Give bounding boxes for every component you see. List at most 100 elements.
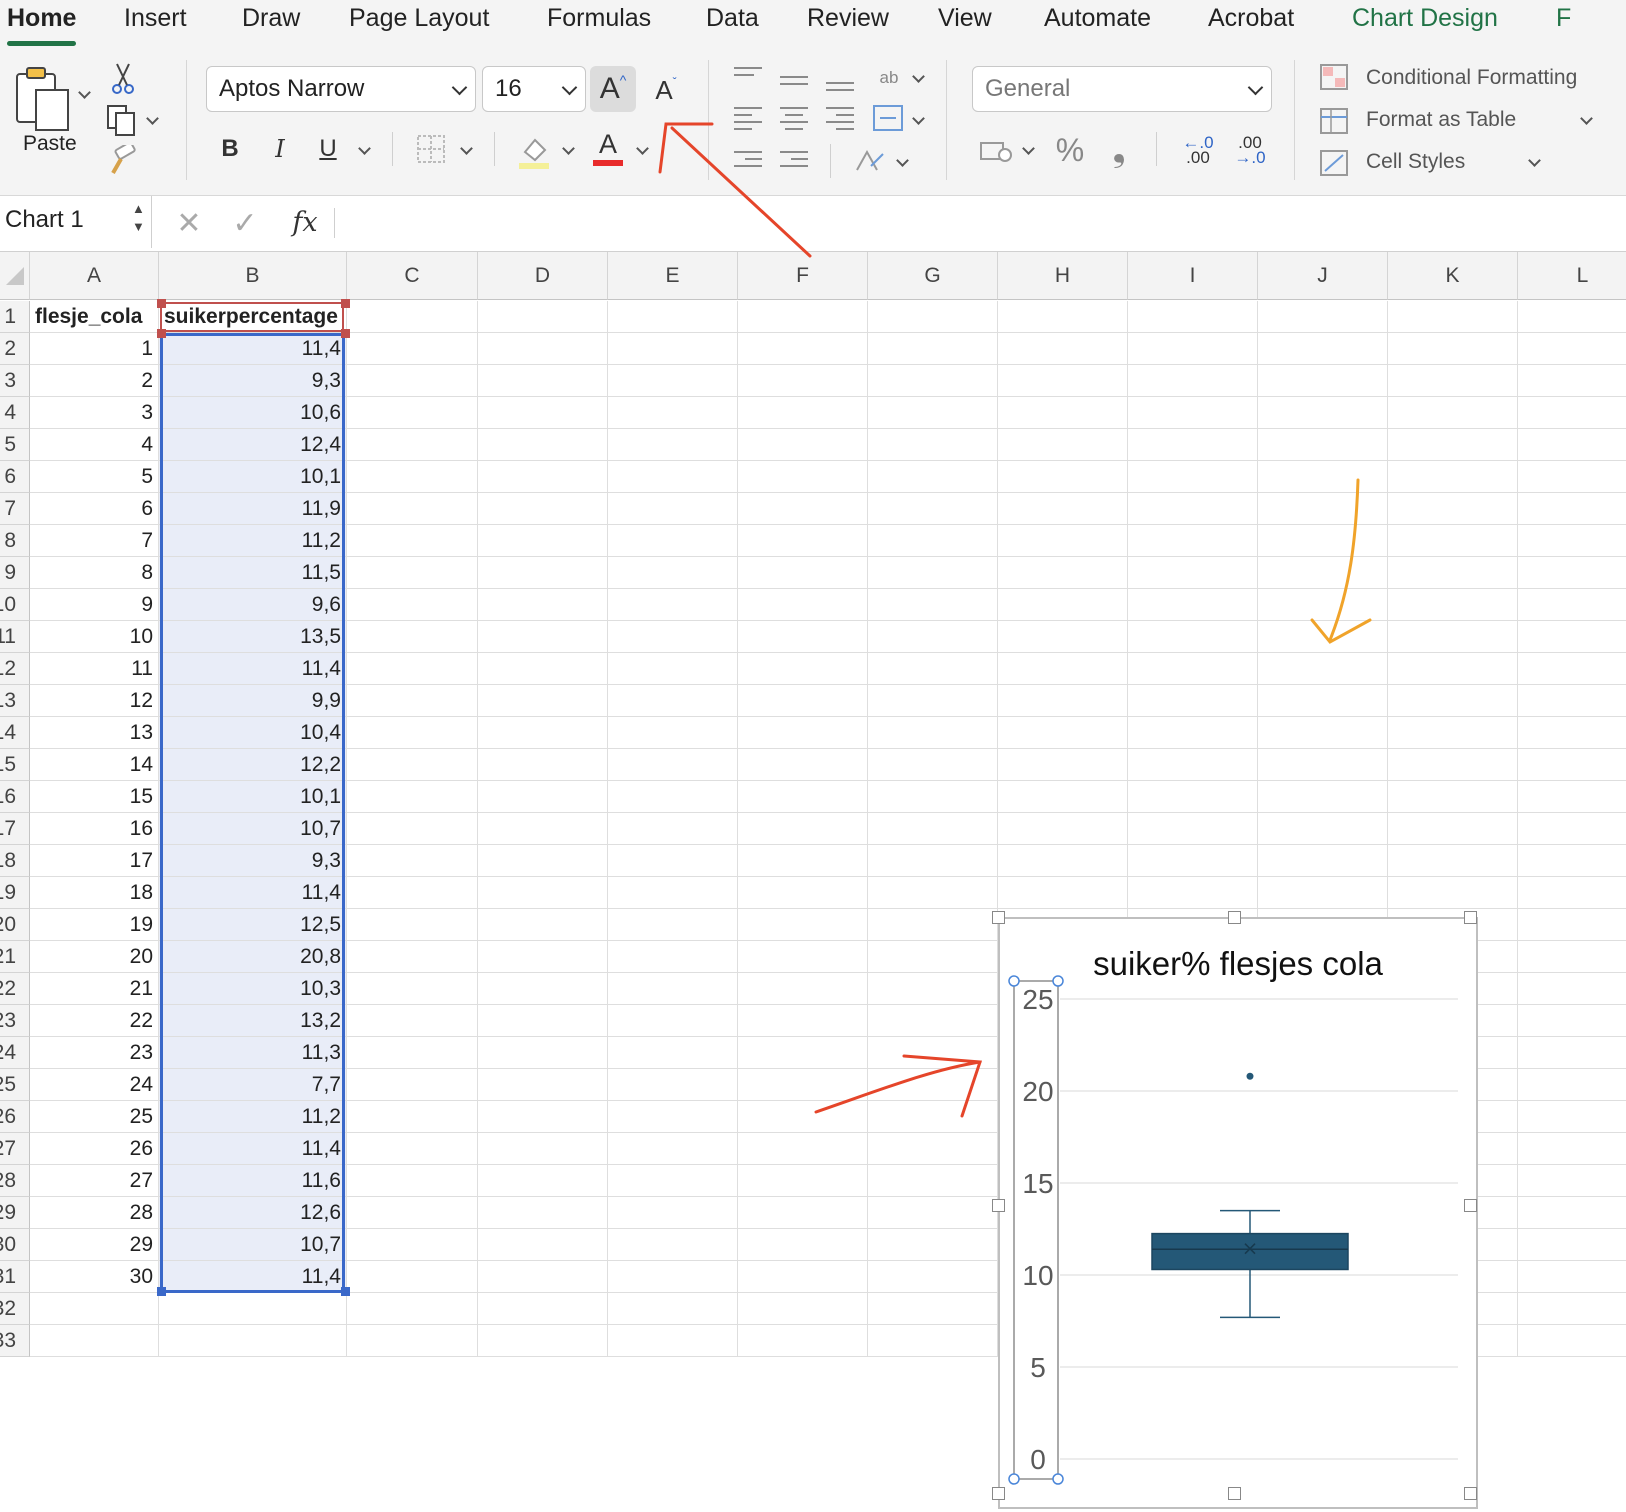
cell-l25[interactable] — [1518, 1069, 1626, 1101]
cell-b5[interactable]: 12,4 — [159, 429, 347, 461]
cell-l30[interactable] — [1518, 1229, 1626, 1261]
cell-d9[interactable] — [478, 557, 608, 589]
cell-j6[interactable] — [1258, 461, 1388, 493]
row-header[interactable]: 8 — [0, 525, 30, 557]
cell-g9[interactable] — [868, 557, 998, 589]
cell-d16[interactable] — [478, 781, 608, 813]
cell-k9[interactable] — [1388, 557, 1518, 589]
row-header[interactable]: 20 — [0, 909, 30, 941]
cell-f1[interactable] — [738, 301, 868, 333]
tab-insert[interactable]: Insert — [124, 4, 187, 33]
cell-b20[interactable]: 12,5 — [159, 909, 347, 941]
cell-i1[interactable] — [1128, 301, 1258, 333]
cell-i3[interactable] — [1128, 365, 1258, 397]
cell-j5[interactable] — [1258, 429, 1388, 461]
cell-a13[interactable]: 12 — [30, 685, 159, 717]
cell-g24[interactable] — [868, 1037, 998, 1069]
cell-f17[interactable] — [738, 813, 868, 845]
cell-h18[interactable] — [998, 845, 1128, 877]
cell-g18[interactable] — [868, 845, 998, 877]
cell-f31[interactable] — [738, 1261, 868, 1293]
cell-c20[interactable] — [347, 909, 478, 941]
cell-c4[interactable] — [347, 397, 478, 429]
decrease-indent-icon[interactable] — [734, 146, 762, 172]
cell-e25[interactable] — [608, 1069, 738, 1101]
cell-f30[interactable] — [738, 1229, 868, 1261]
cell-j17[interactable] — [1258, 813, 1388, 845]
font-name-select[interactable]: Aptos Narrow — [206, 66, 476, 112]
cell-a18[interactable]: 17 — [30, 845, 159, 877]
cell-g2[interactable] — [868, 333, 998, 365]
column-header-l[interactable]: L — [1518, 252, 1626, 300]
cell-a8[interactable]: 7 — [30, 525, 159, 557]
increase-indent-icon[interactable] — [780, 146, 808, 172]
cell-styles-button[interactable]: Cell Styles — [1366, 150, 1465, 174]
cell-l24[interactable] — [1518, 1037, 1626, 1069]
merge-center-icon[interactable] — [872, 104, 904, 132]
range-handle[interactable] — [157, 329, 166, 338]
cell-l16[interactable] — [1518, 781, 1626, 813]
cell-h2[interactable] — [998, 333, 1128, 365]
cell-f19[interactable] — [738, 877, 868, 909]
cell-l21[interactable] — [1518, 941, 1626, 973]
cell-d18[interactable] — [478, 845, 608, 877]
cell-k5[interactable] — [1388, 429, 1518, 461]
cell-i13[interactable] — [1128, 685, 1258, 717]
cell-d29[interactable] — [478, 1197, 608, 1229]
cell-l26[interactable] — [1518, 1101, 1626, 1133]
cell-c24[interactable] — [347, 1037, 478, 1069]
conditional-formatting-icon[interactable] — [1318, 62, 1350, 92]
cell-a29[interactable]: 28 — [30, 1197, 159, 1229]
cell-g14[interactable] — [868, 717, 998, 749]
row-header[interactable]: 9 — [0, 557, 30, 589]
range-handle[interactable] — [341, 329, 350, 338]
copy-icon[interactable] — [104, 102, 140, 138]
format-painter-icon[interactable] — [106, 144, 140, 178]
cell-c1[interactable] — [347, 301, 478, 333]
cell-e16[interactable] — [608, 781, 738, 813]
cell-c15[interactable] — [347, 749, 478, 781]
row-header[interactable]: 13 — [0, 685, 30, 717]
row-header[interactable]: 17 — [0, 813, 30, 845]
cell-h4[interactable] — [998, 397, 1128, 429]
cell-a12[interactable]: 11 — [30, 653, 159, 685]
column-header-c[interactable]: C — [347, 252, 478, 300]
cell-l22[interactable] — [1518, 973, 1626, 1005]
cell-e4[interactable] — [608, 397, 738, 429]
cell-e9[interactable] — [608, 557, 738, 589]
cell-styles-dropdown-icon[interactable] — [1528, 154, 1541, 167]
cell-j9[interactable] — [1258, 557, 1388, 589]
cell-f28[interactable] — [738, 1165, 868, 1197]
cell-g26[interactable] — [868, 1101, 998, 1133]
row-header[interactable]: 11 — [0, 621, 30, 653]
cell-f25[interactable] — [738, 1069, 868, 1101]
cell-h5[interactable] — [998, 429, 1128, 461]
chart-resize-handle[interactable] — [1228, 911, 1241, 924]
cell-h6[interactable] — [998, 461, 1128, 493]
cell-b14[interactable]: 10,4 — [159, 717, 347, 749]
cell-f15[interactable] — [738, 749, 868, 781]
cell-k16[interactable] — [1388, 781, 1518, 813]
cell-g23[interactable] — [868, 1005, 998, 1037]
cell-l15[interactable] — [1518, 749, 1626, 781]
cell-j7[interactable] — [1258, 493, 1388, 525]
cell-g30[interactable] — [868, 1229, 998, 1261]
cell-i16[interactable] — [1128, 781, 1258, 813]
copy-dropdown-icon[interactable] — [146, 112, 159, 125]
format-as-table-icon[interactable] — [1318, 106, 1350, 136]
chart-resize-handle[interactable] — [1464, 1487, 1477, 1500]
cell-g6[interactable] — [868, 461, 998, 493]
fill-color-dropdown-icon[interactable] — [562, 142, 575, 155]
cell-d8[interactable] — [478, 525, 608, 557]
cell-f33[interactable] — [738, 1325, 868, 1357]
cell-l1[interactable] — [1518, 301, 1626, 333]
cell-b29[interactable]: 12,6 — [159, 1197, 347, 1229]
cell-d27[interactable] — [478, 1133, 608, 1165]
cell-j19[interactable] — [1258, 877, 1388, 909]
cell-a14[interactable]: 13 — [30, 717, 159, 749]
cell-i10[interactable] — [1128, 589, 1258, 621]
cell-f11[interactable] — [738, 621, 868, 653]
cell-a21[interactable]: 20 — [30, 941, 159, 973]
cell-b11[interactable]: 13,5 — [159, 621, 347, 653]
cell-i15[interactable] — [1128, 749, 1258, 781]
